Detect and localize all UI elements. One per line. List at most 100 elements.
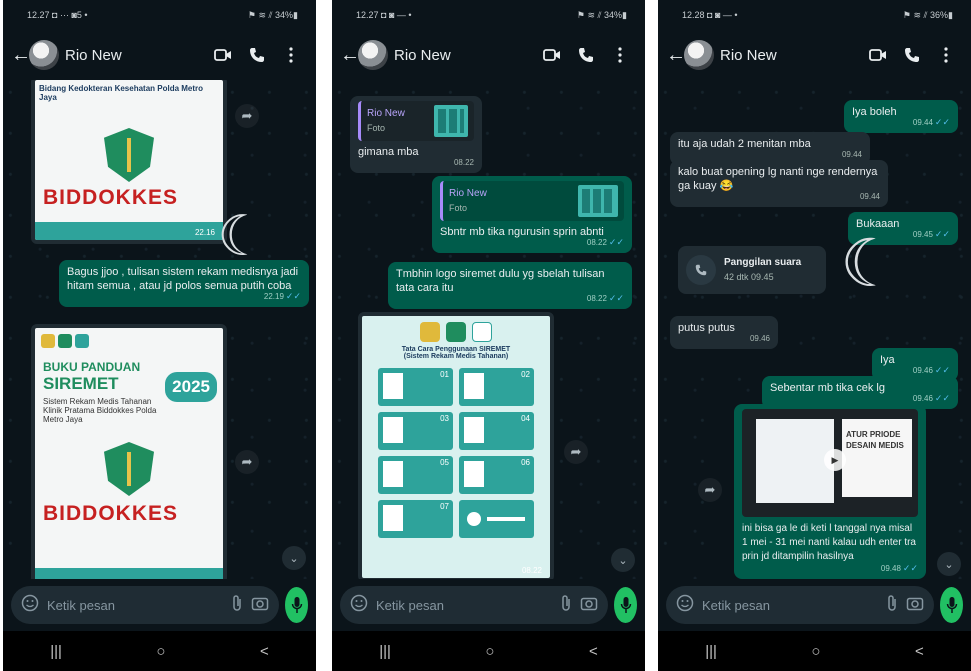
emoji-icon[interactable] <box>676 594 694 617</box>
back-arrow-icon[interactable]: ← <box>666 44 686 67</box>
moon-sticker: ☾ <box>217 204 268 267</box>
chat-area[interactable]: Bidang Kedokteran Kesehatan Polda Metro … <box>3 80 316 579</box>
poster-header: Tata Cara Penggunaan SIREMET (Sistem Rek… <box>401 346 511 360</box>
camera-icon[interactable] <box>251 595 269 616</box>
outgoing-message[interactable]: Iya boleh 09.44 ✓✓ <box>844 100 958 133</box>
message-text: itu aja udah 2 menitan mba <box>678 138 811 150</box>
incoming-message[interactable]: kalo buat opening lg nanti nge rendernya… <box>670 160 888 207</box>
chat-area[interactable]: Iya boleh 09.44 ✓✓ itu aja udah 2 menitan… <box>658 80 971 579</box>
forward-icon[interactable]: ➦ <box>235 104 259 128</box>
contact-name[interactable]: Rio New <box>720 47 861 64</box>
phone-icon[interactable] <box>895 47 929 63</box>
forward-icon[interactable]: ➦ <box>235 450 259 474</box>
message-input[interactable] <box>376 597 552 613</box>
step-card: 06 <box>459 456 534 494</box>
emblem-logo <box>104 442 154 496</box>
message-time: 08.22 <box>453 158 474 167</box>
poster-header: Bidang Kedokteran Kesehatan Polda Metro … <box>39 84 204 102</box>
home-button[interactable]: ○ <box>811 643 820 660</box>
video-call-icon[interactable] <box>861 48 895 62</box>
quoted-message[interactable]: Rio New Foto <box>358 101 474 141</box>
home-button[interactable]: ○ <box>156 643 165 660</box>
step-card: 01 <box>378 368 453 406</box>
read-tick-icon: ✓✓ <box>608 293 624 303</box>
mic-button[interactable] <box>940 587 963 623</box>
back-arrow-icon[interactable]: ← <box>11 44 31 67</box>
camera-icon[interactable] <box>906 595 924 616</box>
attach-icon[interactable] <box>560 594 572 617</box>
voice-call-message[interactable]: Panggilan suara 42 dtk 09.45 <box>678 246 826 294</box>
poster-band <box>35 568 223 579</box>
scroll-down-button[interactable]: ⌄ <box>282 546 306 570</box>
more-options-icon[interactable] <box>603 47 637 63</box>
chat-header: ← Rio New <box>332 30 645 80</box>
video-thumbnail[interactable]: ATUR PRIODE DESAIN MEDIS ▶ <box>742 409 918 517</box>
emoji-icon[interactable] <box>350 594 368 617</box>
avatar[interactable] <box>358 40 388 70</box>
message-time: 09.45 <box>912 230 933 239</box>
quote-type: Foto <box>367 123 386 133</box>
call-title: Panggilan suara <box>724 257 802 268</box>
more-options-icon[interactable] <box>929 47 963 63</box>
incoming-message[interactable]: putus putus 09.46 <box>670 316 778 349</box>
home-button[interactable]: ○ <box>485 643 494 660</box>
quoted-message[interactable]: Rio New Foto <box>440 181 624 221</box>
step-card-contact <box>459 500 534 538</box>
message-input[interactable] <box>47 597 223 613</box>
scroll-down-button[interactable]: ⌄ <box>611 548 635 572</box>
contact-name[interactable]: Rio New <box>394 47 535 64</box>
back-arrow-icon[interactable]: ← <box>340 44 360 67</box>
chat-header: ← Rio New <box>658 30 971 80</box>
message-input[interactable] <box>702 597 878 613</box>
image-message[interactable]: Bidang Kedokteran Kesehatan Polda Metro … <box>31 80 227 244</box>
logo-row <box>41 334 89 348</box>
message-text: Iya boleh <box>852 106 897 118</box>
message-input-pill <box>11 586 279 624</box>
outgoing-message[interactable]: Bagus jjoo , tulisan sistem rekam medisn… <box>59 260 309 307</box>
attach-icon[interactable] <box>231 594 243 617</box>
status-time: 12.28 <box>682 10 705 20</box>
image-message[interactable]: Tata Cara Penggunaan SIREMET (Sistem Rek… <box>358 312 554 579</box>
phone-icon[interactable] <box>569 47 603 63</box>
recents-button[interactable]: ||| <box>705 643 717 660</box>
outgoing-message[interactable]: Tmbhin logo siremet dulu yg sbelah tulis… <box>388 262 632 309</box>
forward-icon[interactable]: ➦ <box>698 478 722 502</box>
message-input-pill <box>666 586 934 624</box>
scroll-down-button[interactable]: ⌄ <box>937 552 961 576</box>
mic-button[interactable] <box>614 587 637 623</box>
read-tick-icon: ✓✓ <box>934 365 950 375</box>
play-icon[interactable]: ▶ <box>824 449 846 471</box>
phone-screen-2: 12.27 ◘ ◙ — • ⚑ ≋ ⫽ 34%▮ ← Rio New Rio N… <box>332 0 645 671</box>
mic-icon <box>620 597 631 613</box>
video-message[interactable]: ATUR PRIODE DESAIN MEDIS ▶ ini bisa ga l… <box>734 404 926 579</box>
forward-icon[interactable]: ➦ <box>564 440 588 464</box>
phone-icon[interactable] <box>240 47 274 63</box>
avatar[interactable] <box>684 40 714 70</box>
poster-brand: BIDDOKKES <box>43 502 179 525</box>
avatar[interactable] <box>29 40 59 70</box>
outgoing-message[interactable]: Rio New Foto Sbntr mb tika ngurusin sprin… <box>432 176 632 253</box>
message-time: 09.46 <box>912 366 933 375</box>
chat-header: ← Rio New <box>3 30 316 80</box>
steps-grid: 01 02 03 04 05 06 07 <box>362 364 550 542</box>
back-button[interactable]: < <box>915 643 924 660</box>
quote-thumbnail <box>578 185 618 217</box>
recents-button[interactable]: ||| <box>379 643 391 660</box>
attach-icon[interactable] <box>886 594 898 617</box>
message-input-bar <box>658 579 971 631</box>
back-button[interactable]: < <box>260 643 269 660</box>
chat-area[interactable]: Rio New Foto gimana mba 08.22 Rio New Foto… <box>332 80 645 579</box>
emoji-icon[interactable] <box>21 594 39 617</box>
incoming-message[interactable]: Rio New Foto gimana mba 08.22 <box>350 96 482 173</box>
message-time: 09.48 <box>880 564 901 573</box>
more-options-icon[interactable] <box>274 47 308 63</box>
video-screen-left <box>756 419 834 503</box>
camera-icon[interactable] <box>580 595 598 616</box>
mic-button[interactable] <box>285 587 308 623</box>
back-button[interactable]: < <box>589 643 598 660</box>
image-message[interactable]: BUKU PANDUAN SIREMET Sistem Rekam Medis … <box>31 324 227 579</box>
video-call-icon[interactable] <box>535 48 569 62</box>
video-call-icon[interactable] <box>206 48 240 62</box>
recents-button[interactable]: ||| <box>50 643 62 660</box>
contact-name[interactable]: Rio New <box>65 47 206 64</box>
